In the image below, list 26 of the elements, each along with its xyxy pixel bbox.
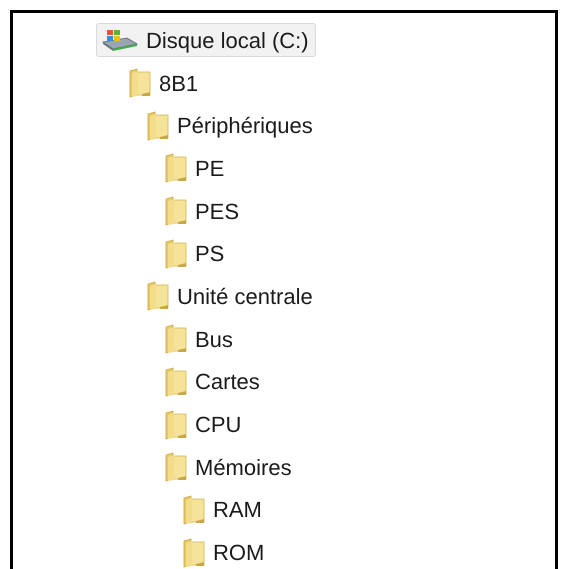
tree-item[interactable]: 8B1 bbox=[125, 66, 206, 100]
tree-item[interactable]: PS bbox=[161, 236, 232, 271]
folder-icon bbox=[164, 196, 188, 226]
folder-icon bbox=[164, 153, 188, 184]
tree-item[interactable]: Cartes bbox=[161, 364, 267, 399]
folder-icon bbox=[164, 238, 188, 269]
folder-icon bbox=[164, 324, 188, 354]
tree-item[interactable]: Disque local (C:) bbox=[96, 23, 316, 58]
tree-item[interactable]: Périphériques bbox=[143, 108, 320, 143]
folder-icon bbox=[164, 366, 188, 397]
folder-icon bbox=[164, 410, 188, 440]
tree-item[interactable]: ROM bbox=[179, 536, 272, 569]
folder-icon bbox=[128, 68, 152, 98]
folder-icon bbox=[182, 538, 206, 568]
tree-item[interactable]: Bus bbox=[161, 322, 240, 356]
tree-item[interactable]: CPU bbox=[161, 408, 248, 442]
folder-icon bbox=[164, 452, 188, 482]
folder-icon bbox=[182, 494, 206, 525]
tree-item[interactable]: PE bbox=[161, 151, 232, 186]
tree-item[interactable]: Unité centrale bbox=[143, 279, 320, 314]
drive-icon bbox=[99, 28, 139, 52]
tree-item[interactable]: PES bbox=[161, 194, 246, 228]
tree-item[interactable]: Mémoires bbox=[161, 450, 299, 484]
folder-icon bbox=[146, 110, 170, 141]
folder-icon bbox=[146, 281, 170, 312]
tree-item[interactable]: RAM bbox=[179, 492, 269, 527]
